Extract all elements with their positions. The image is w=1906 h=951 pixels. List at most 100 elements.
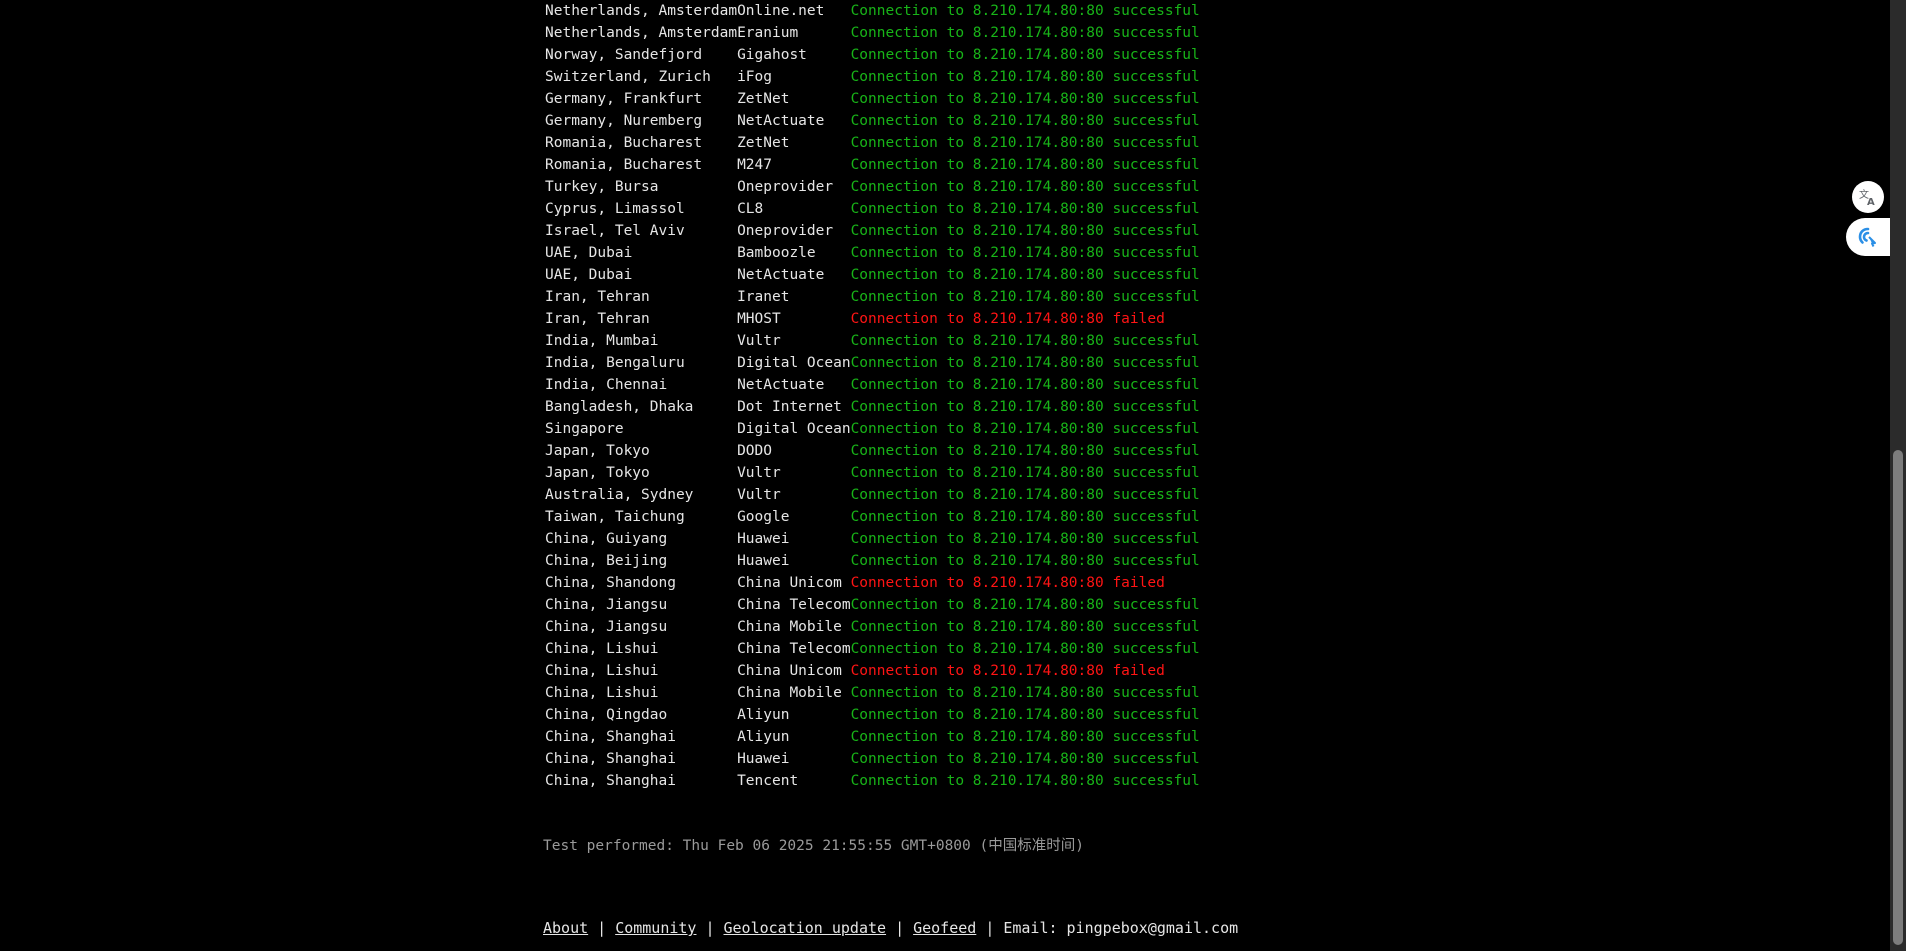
table-row: Singapore Digital Ocean Connection to 8.21… <box>545 418 1200 440</box>
status-cell: Connection to 8.210.174.80:80 successful <box>850 751 1200 767</box>
location-cell: Netherlands, Amsterdam <box>545 25 738 41</box>
location-cell: Australia, Sydney <box>545 487 694 503</box>
table-row: UAE, Dubai Bamboozle Connection to 8.210.1… <box>545 242 1200 264</box>
results-table-body: Netherlands, Amsterdam Online.net Connecti… <box>545 0 1200 792</box>
footer-separator: | <box>895 919 905 937</box>
table-row: China, Guiyang Huawei Connection to 8.210.… <box>545 528 1200 550</box>
location-cell: China, Lishui <box>545 663 659 679</box>
provider-cell: MHOST <box>737 311 781 327</box>
table-row: China, Lishui China Mobile Connection to 8… <box>545 682 1200 704</box>
status-cell: Connection to 8.210.174.80:80 successful <box>850 333 1200 349</box>
status-cell: Connection to 8.210.174.80:80 successful <box>850 531 1200 547</box>
vertical-scrollbar[interactable] <box>1890 0 1906 951</box>
status-cell: Connection to 8.210.174.80:80 successful <box>850 377 1200 393</box>
status-cell: Connection to 8.210.174.80:80 successful <box>850 399 1200 415</box>
results-content: Netherlands, Amsterdam Online.net Connecti… <box>545 0 1405 792</box>
table-row: Romania, Bucharest ZetNet Connection to 8.… <box>545 132 1200 154</box>
location-cell: Cyprus, Limassol <box>545 201 685 217</box>
location-cell: Germany, Nuremberg <box>545 113 703 129</box>
table-row: Germany, Nuremberg NetActuate Connection t… <box>545 110 1200 132</box>
provider-cell: Aliyun <box>737 729 790 745</box>
provider-cell: NetActuate <box>737 113 825 129</box>
assistant-icon <box>1858 227 1876 247</box>
status-cell: Connection to 8.210.174.80:80 successful <box>850 245 1200 261</box>
table-row: China, Lishui China Telecom Connection to … <box>545 638 1200 660</box>
geolocation-update-link[interactable]: Geolocation update <box>724 919 887 937</box>
table-row: Australia, Sydney Vultr Connection to 8.21… <box>545 484 1200 506</box>
geofeed-link[interactable]: Geofeed <box>913 919 976 937</box>
table-row: Netherlands, Amsterdam Eranium Connection … <box>545 22 1200 44</box>
provider-cell: Vultr <box>737 487 781 503</box>
provider-cell: Gigahost <box>737 47 807 63</box>
table-row: China, Shanghai Aliyun Connection to 8.210… <box>545 726 1200 748</box>
location-cell: UAE, Dubai <box>545 245 633 261</box>
status-cell: Connection to 8.210.174.80:80 successful <box>850 553 1200 569</box>
location-cell: Turkey, Bursa <box>545 179 659 195</box>
footer-separator: | <box>705 919 715 937</box>
table-row: Taiwan, Taichung Google Connection to 8.21… <box>545 506 1200 528</box>
community-link[interactable]: Community <box>615 919 696 937</box>
location-cell: Iran, Tehran <box>545 289 650 305</box>
provider-cell: China Mobile <box>737 685 842 701</box>
location-cell: China, Lishui <box>545 641 659 657</box>
page-viewport: Netherlands, Amsterdam Online.net Connecti… <box>0 0 1906 951</box>
location-cell: Netherlands, Amsterdam <box>545 3 738 19</box>
status-cell: Connection to 8.210.174.80:80 successful <box>850 289 1200 305</box>
provider-cell: China Telecom <box>737 641 851 657</box>
table-row: Bangladesh, Dhaka Dot Internet Connection … <box>545 396 1200 418</box>
provider-cell: Oneprovider <box>737 223 834 239</box>
location-cell: Japan, Tokyo <box>545 465 650 481</box>
provider-cell: Digital Ocean <box>737 355 851 371</box>
status-cell: Connection to 8.210.174.80:80 successful <box>850 157 1200 173</box>
location-cell: China, Lishui <box>545 685 659 701</box>
provider-cell: Oneprovider <box>737 179 834 195</box>
provider-cell: Online.net <box>737 3 825 19</box>
scrollbar-thumb[interactable] <box>1893 450 1903 945</box>
translate-icon: 文 A <box>1859 188 1875 207</box>
assistant-button[interactable] <box>1846 218 1890 256</box>
provider-cell: Huawei <box>737 553 790 569</box>
status-cell: Connection to 8.210.174.80:80 successful <box>850 421 1200 437</box>
table-row: China, Shandong China Unicom Connection to… <box>545 572 1200 594</box>
status-cell: Connection to 8.210.174.80:80 failed <box>850 575 1165 591</box>
status-cell: Connection to 8.210.174.80:80 successful <box>850 25 1200 41</box>
status-cell: Connection to 8.210.174.80:80 successful <box>850 91 1200 107</box>
location-cell: China, Qingdao <box>545 707 668 723</box>
location-cell: China, Beijing <box>545 553 668 569</box>
location-cell: UAE, Dubai <box>545 267 633 283</box>
status-cell: Connection to 8.210.174.80:80 successful <box>850 3 1200 19</box>
table-row: China, Beijing Huawei Connection to 8.210.… <box>545 550 1200 572</box>
translate-button[interactable]: 文 A <box>1852 181 1884 213</box>
provider-cell: Vultr <box>737 465 781 481</box>
provider-cell: China Unicom <box>737 663 842 679</box>
table-row: Romania, Bucharest M247 Connection to 8.21… <box>545 154 1200 176</box>
status-cell: Connection to 8.210.174.80:80 successful <box>850 729 1200 745</box>
location-cell: China, Shanghai <box>545 729 676 745</box>
provider-cell: NetActuate <box>737 267 825 283</box>
location-cell: China, Shandong <box>545 575 676 591</box>
location-cell: Romania, Bucharest <box>545 135 703 151</box>
status-cell: Connection to 8.210.174.80:80 successful <box>850 267 1200 283</box>
table-row: Norway, Sandefjord Gigahost Connection to … <box>545 44 1200 66</box>
provider-cell: Google <box>737 509 790 525</box>
about-link[interactable]: About <box>543 919 588 937</box>
provider-cell: ZetNet <box>737 135 790 151</box>
table-row: China, Lishui China Unicom Connection to 8… <box>545 660 1200 682</box>
location-cell: Taiwan, Taichung <box>545 509 685 525</box>
table-row: Germany, Frankfurt ZetNet Connection to 8.… <box>545 88 1200 110</box>
table-row: China, Shanghai Tencent Connection to 8.21… <box>545 770 1200 792</box>
provider-cell: China Unicom <box>737 575 842 591</box>
provider-cell: NetActuate <box>737 377 825 393</box>
table-row: Netherlands, Amsterdam Online.net Connecti… <box>545 0 1200 22</box>
provider-cell: Eranium <box>737 25 799 41</box>
status-cell: Connection to 8.210.174.80:80 successful <box>850 135 1200 151</box>
table-row: Turkey, Bursa Oneprovider Connection to 8.… <box>545 176 1200 198</box>
status-cell: Connection to 8.210.174.80:80 successful <box>850 223 1200 239</box>
provider-cell: Dot Internet <box>737 399 842 415</box>
table-row: Israel, Tel Aviv Oneprovider Connection to… <box>545 220 1200 242</box>
status-cell: Connection to 8.210.174.80:80 failed <box>850 311 1165 327</box>
status-cell: Connection to 8.210.174.80:80 failed <box>850 663 1165 679</box>
table-row: UAE, Dubai NetActuate Connection to 8.210.… <box>545 264 1200 286</box>
results-table: Netherlands, Amsterdam Online.net Connecti… <box>545 0 1200 792</box>
provider-cell: M247 <box>737 157 772 173</box>
